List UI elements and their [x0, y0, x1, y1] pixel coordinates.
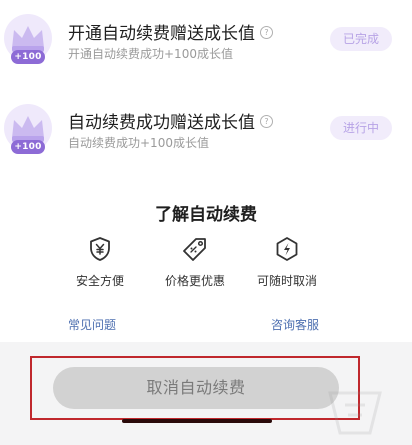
task-title-text: 开通自动续费赠送成长值 [68, 24, 255, 44]
task-subtitle: 开通自动续费成功+100成长值 [68, 47, 233, 61]
crown-icon: +100 [2, 14, 54, 66]
faq-link[interactable]: 常见问题 [68, 316, 116, 333]
home-indicator [122, 419, 272, 423]
task-title: 自动续费成功赠送成长值? [68, 108, 273, 133]
task-row-open-auto-renew: +100 开通自动续费赠送成长值? 开通自动续费成功+100成长值 已完成 [0, 0, 412, 76]
shield-yen-icon [90, 237, 110, 261]
watermark-logo [328, 391, 382, 435]
price-tag-icon [183, 238, 206, 261]
task-subtitle: 自动续费成功+100成长值 [68, 136, 209, 150]
status-badge-in-progress: 进行中 [330, 116, 392, 140]
task-title-text: 自动续费成功赠送成长值 [68, 113, 255, 133]
status-badge-completed: 已完成 [330, 27, 392, 51]
growth-badge: +100 [11, 50, 45, 64]
feature-cancel-anytime: 可随时取消 [237, 235, 337, 295]
lightning-hexagon-icon [276, 237, 298, 261]
crown-icon: +100 [2, 104, 54, 156]
cancel-auto-renew-button[interactable]: 取消自动续费 [53, 367, 339, 409]
help-icon[interactable]: ? [260, 115, 273, 128]
task-row-auto-renew-success: +100 自动续费成功赠送成长值? 自动续费成功+100成长值 进行中 [0, 90, 412, 166]
feature-label: 安全方便 [75, 274, 124, 288]
help-icon[interactable]: ? [260, 26, 273, 39]
growth-badge: +100 [11, 140, 45, 154]
feature-better-price: 价格更优惠 [145, 235, 245, 295]
feature-label: 价格更优惠 [164, 274, 225, 288]
auto-renew-page: +100 开通自动续费赠送成长值? 开通自动续费成功+100成长值 已完成 +1… [0, 0, 412, 445]
feature-label: 可随时取消 [256, 274, 317, 288]
section-title: 了解自动续费 [155, 205, 257, 225]
feature-safe-convenient: 安全方便 [50, 235, 150, 295]
task-title: 开通自动续费赠送成长值? [68, 19, 273, 44]
customer-service-link[interactable]: 咨询客服 [271, 316, 319, 333]
